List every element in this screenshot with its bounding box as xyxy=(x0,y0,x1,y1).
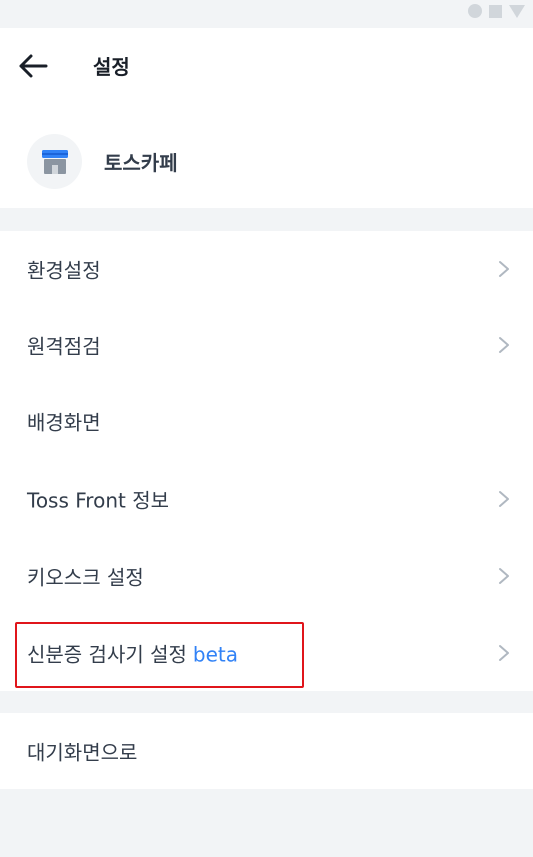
store-icon xyxy=(41,149,68,174)
status-icons xyxy=(468,4,525,18)
menu-item-label: 환경설정 xyxy=(27,258,101,283)
chevron-right-icon xyxy=(499,568,509,584)
menu-item-go-standby[interactable]: 대기화면으로 xyxy=(0,713,533,789)
circle-icon xyxy=(468,4,482,18)
store-avatar xyxy=(27,134,82,189)
bottom-menu: 대기화면으로 xyxy=(0,713,533,789)
back-button[interactable] xyxy=(14,50,52,82)
header: 설정 토스카페 xyxy=(0,28,533,208)
menu-item-toss-front-info[interactable]: Toss Front 정보 xyxy=(0,461,533,537)
chevron-right-icon xyxy=(499,491,509,507)
beta-badge: beta xyxy=(192,642,239,667)
chevron-right-icon xyxy=(499,261,509,277)
store-name: 토스카페 xyxy=(104,151,178,175)
menu-item-label: 배경화면 xyxy=(27,410,101,435)
arrow-left-icon xyxy=(19,54,48,78)
status-bar xyxy=(0,0,533,28)
triangle-icon xyxy=(509,4,525,18)
menu-item-remote-check[interactable]: 원격점검 xyxy=(0,307,533,383)
menu-item-label: 신분증 검사기 설정 xyxy=(27,642,187,667)
menu-item-label: 대기화면으로 xyxy=(27,740,138,765)
menu-item-preferences[interactable]: 환경설정 xyxy=(0,231,533,307)
square-icon xyxy=(489,4,502,18)
menu-item-label: Toss Front 정보 xyxy=(27,488,169,513)
store-row: 토스카페 xyxy=(27,134,178,189)
menu-item-wallpaper[interactable]: 배경화면 xyxy=(0,383,533,459)
menu-item-label: 키오스크 설정 xyxy=(27,565,144,590)
menu-item-label-wrap: 신분증 검사기 설정 beta xyxy=(27,639,238,668)
page-title: 설정 xyxy=(93,55,130,79)
chevron-right-icon xyxy=(499,645,509,661)
menu-item-label: 원격점검 xyxy=(27,334,101,359)
menu-item-kiosk-settings[interactable]: 키오스크 설정 xyxy=(0,538,533,614)
menu-item-id-scanner-settings[interactable]: 신분증 검사기 설정 beta xyxy=(0,615,533,691)
chevron-right-icon xyxy=(499,337,509,353)
settings-menu: 환경설정 원격점검 배경화면 Toss Front 정보 키오스크 설정 신분증… xyxy=(0,231,533,691)
